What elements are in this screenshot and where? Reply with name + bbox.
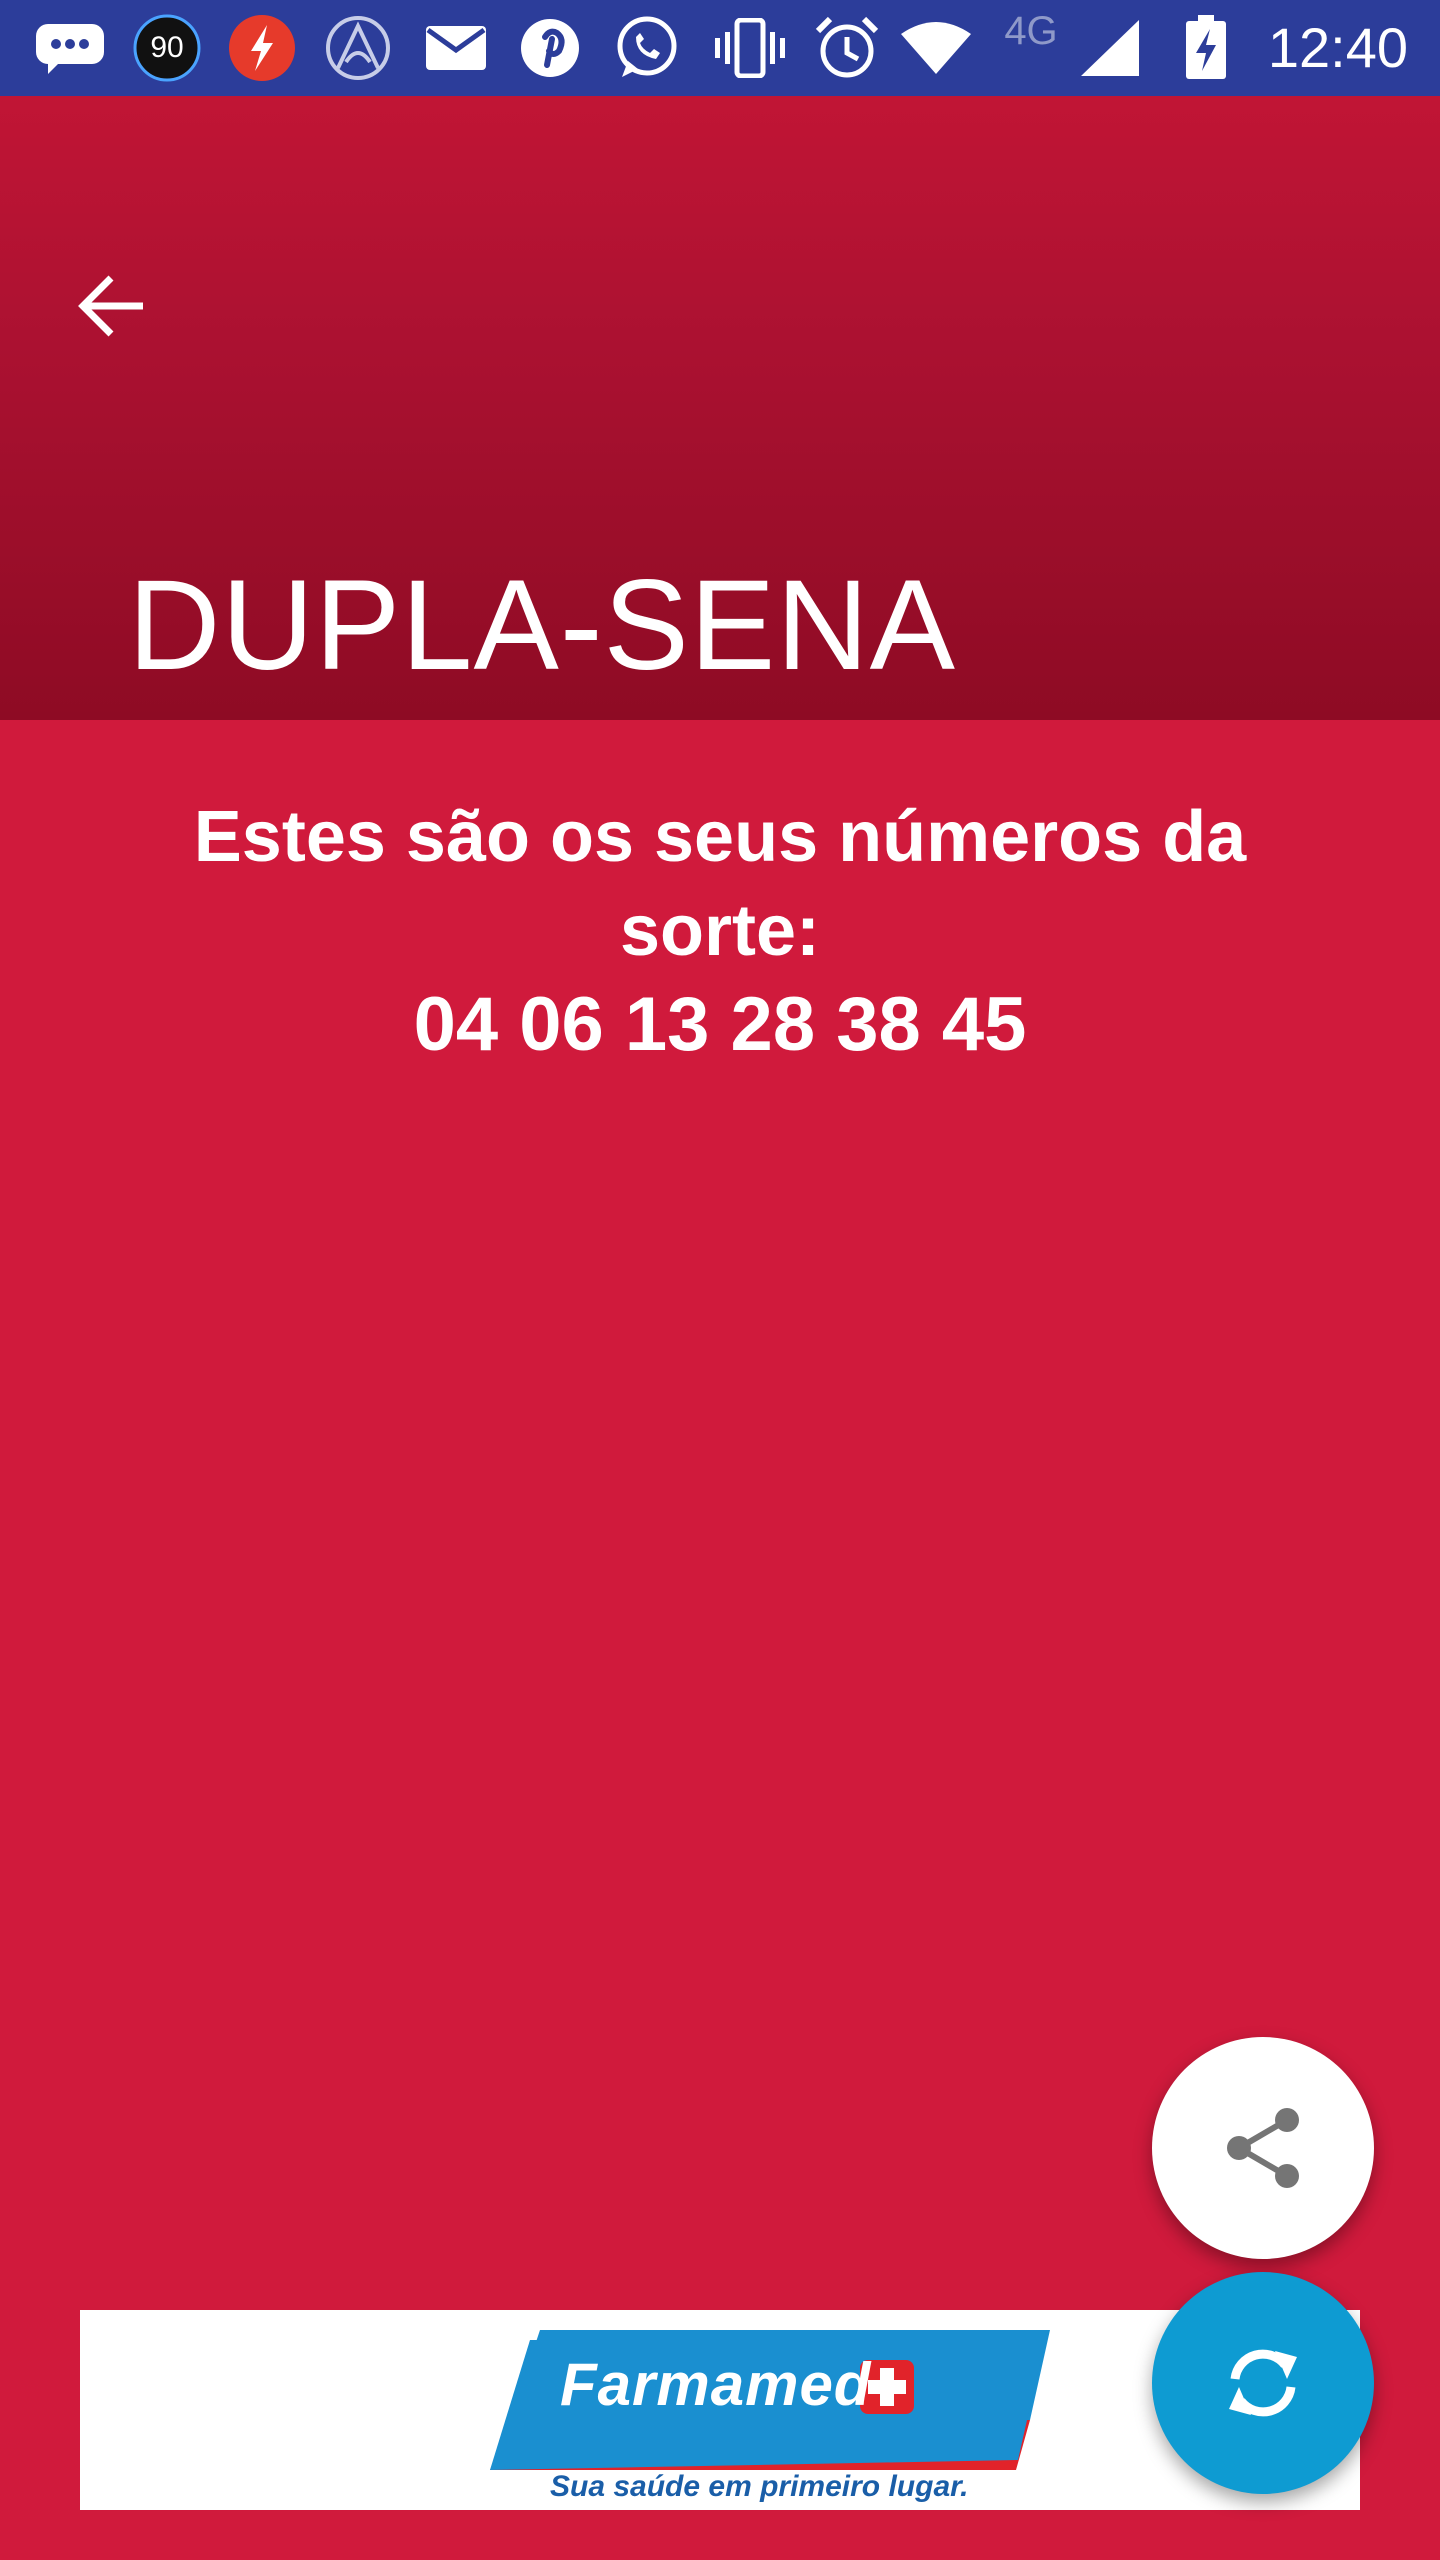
app-bar: DUPLA-SENA xyxy=(0,96,1440,720)
network-type-label: 4G xyxy=(996,6,1066,56)
number-badge-icon: 90 xyxy=(132,14,202,82)
ad-tagline-text: Sua saúde em primeiro lugar. xyxy=(550,2470,969,2503)
chat-bubble-icon xyxy=(30,14,110,82)
arrow-back-icon xyxy=(78,275,143,337)
number-badge-text: 90 xyxy=(150,31,184,64)
mail-icon xyxy=(424,14,488,82)
flash-app-icon xyxy=(226,14,298,82)
share-icon xyxy=(1227,2108,1299,2188)
ad-logo: Farmamed Sua saúde em primeiro lugar. xyxy=(470,2320,1070,2505)
page-title: DUPLA-SENA xyxy=(128,554,956,697)
arc-app-icon xyxy=(322,14,394,82)
whatsapp-icon xyxy=(612,14,682,82)
lucky-numbers-heading: Estes são os seus números da sorte: xyxy=(193,797,1247,971)
pinterest-icon xyxy=(518,14,582,82)
refresh-button[interactable] xyxy=(1152,2272,1374,2494)
status-clock: 12:40 xyxy=(1267,16,1408,79)
vibrate-icon xyxy=(712,14,788,82)
ad-brand-text: Farmamed xyxy=(560,2351,872,2418)
cell-signal-icon xyxy=(1076,14,1144,82)
status-bar: 90 4G 12:40 xyxy=(0,0,1440,96)
back-button[interactable] xyxy=(52,246,172,366)
lucky-numbers-panel: Estes são os seus números da sorte: 04 0… xyxy=(0,790,1440,1072)
lucky-numbers-value: 04 06 13 28 38 45 xyxy=(413,982,1027,1067)
screen: 90 4G 12:40 DUPLA-SENA Estes são os seus… xyxy=(0,0,1440,2560)
network-type-text: 4G xyxy=(1004,8,1058,53)
refresh-icon xyxy=(1229,2349,1297,2417)
wifi-icon xyxy=(898,14,974,82)
alarm-icon xyxy=(812,14,882,82)
share-button[interactable] xyxy=(1152,2037,1374,2259)
battery-charging-icon xyxy=(1178,14,1234,82)
